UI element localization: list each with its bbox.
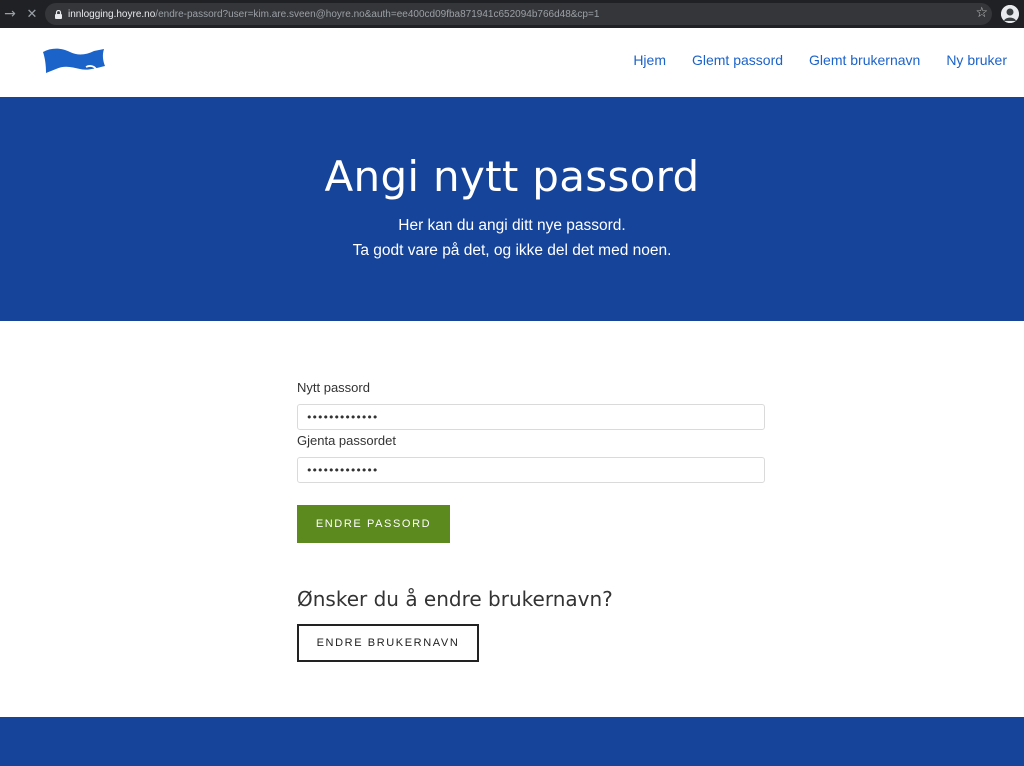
change-username-button[interactable]: ENDRE BRUKERNAVN [297, 624, 479, 662]
site-footer [0, 717, 1024, 766]
new-password-label: Nytt passord [297, 380, 370, 395]
stop-loading-icon[interactable]: ✕ [23, 7, 41, 22]
url-path: /endre-passord?user=kim.are.sveen@hoyre.… [155, 8, 600, 20]
repeat-password-input[interactable] [297, 457, 765, 483]
hoyre-logo[interactable] [42, 45, 106, 77]
repeat-password-label: Gjenta passordet [297, 433, 397, 448]
change-username-heading: Ønsker du å endre brukernavn? [297, 587, 613, 611]
bookmark-star-icon[interactable]: ☆ [975, 5, 988, 21]
page-title: Angi nytt passord [324, 152, 700, 201]
nav-link-hjem[interactable]: Hjem [633, 52, 666, 68]
address-bar[interactable]: innlogging.hoyre.no/endre-passord?user=k… [45, 3, 992, 25]
lock-icon [55, 10, 62, 19]
nav-link-ny-bruker[interactable]: Ny bruker [946, 52, 1007, 68]
main-nav: Hjem Glemt passord Glemt brukernavn Ny b… [633, 52, 1007, 68]
hero-description-line-2: Ta godt vare på det, og ikke del det med… [352, 242, 672, 259]
browser-toolbar: → ✕ innlogging.hoyre.no/endre-passord?us… [0, 0, 1024, 28]
nav-link-glemt-passord[interactable]: Glemt passord [692, 52, 783, 68]
new-password-input[interactable] [297, 404, 765, 430]
hero-banner: Angi nytt passord Her kan du angi ditt n… [0, 97, 1024, 321]
profile-avatar-icon[interactable] [1001, 5, 1019, 23]
nav-link-glemt-brukernavn[interactable]: Glemt brukernavn [809, 52, 920, 68]
hero-description-line-1: Her kan du angi ditt nye passord. [398, 217, 626, 234]
forward-arrow-icon[interactable]: → [1, 6, 19, 22]
url-host: innlogging.hoyre.no [68, 8, 156, 20]
site-header: Hjem Glemt passord Glemt brukernavn Ny b… [0, 28, 1024, 97]
change-password-button[interactable]: ENDRE PASSORD [297, 505, 450, 543]
